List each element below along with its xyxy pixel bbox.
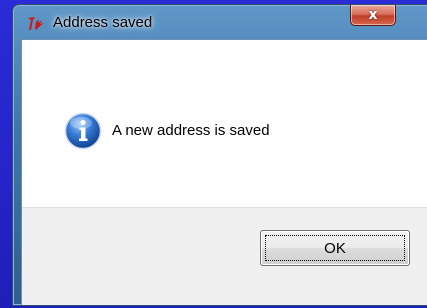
close-icon: x — [368, 7, 378, 23]
ok-button[interactable]: OK — [260, 230, 410, 266]
button-bar: OK — [22, 207, 427, 305]
desktop-background: Address saved x A new address is saved O… — [0, 0, 427, 308]
ok-button-label: OK — [324, 239, 346, 257]
message-area: A new address is saved — [22, 40, 427, 207]
title-bar[interactable]: Address saved x — [13, 5, 427, 39]
dialog-window: Address saved x A new address is saved O… — [12, 4, 427, 306]
info-icon — [64, 112, 102, 150]
dialog-body: A new address is saved OK — [21, 39, 427, 305]
message-text: A new address is saved — [112, 122, 270, 139]
window-title: Address saved — [53, 14, 153, 31]
close-button[interactable]: x — [350, 5, 396, 26]
tk-feather-icon — [28, 17, 44, 30]
